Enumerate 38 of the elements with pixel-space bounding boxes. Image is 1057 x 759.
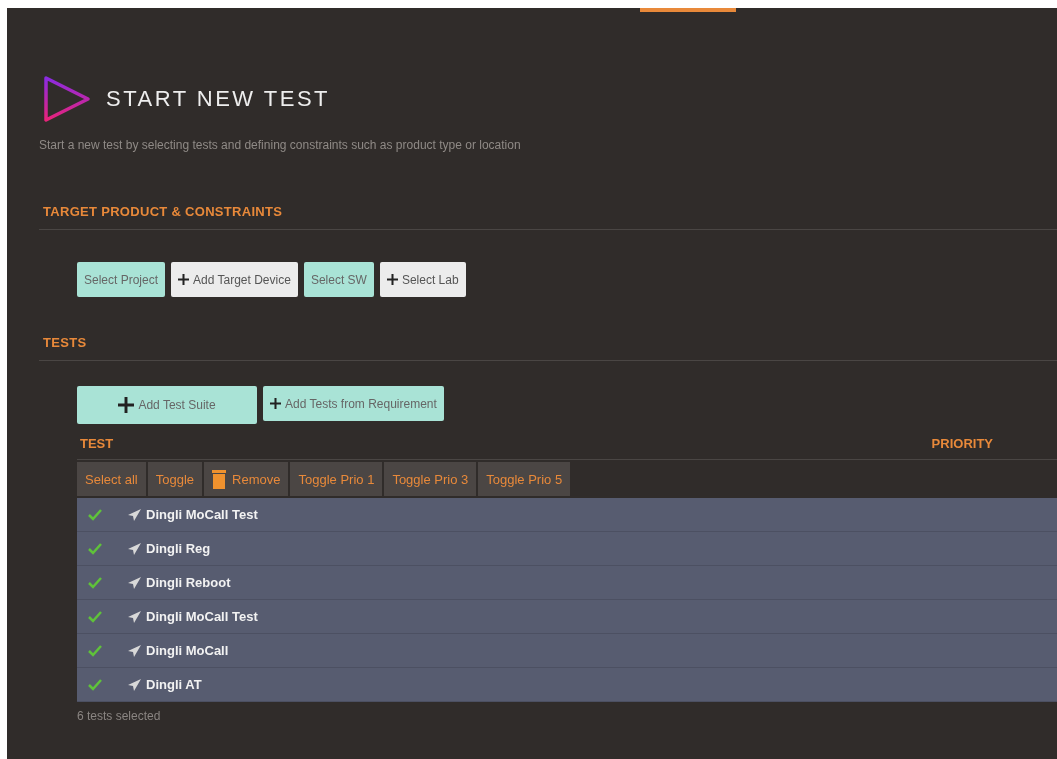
test-row[interactable]: Dingli Reg <box>77 532 1057 566</box>
test-name: Dingli Reboot <box>146 575 231 590</box>
section-heading: TARGET PRODUCT & CONSTRAINTS <box>42 204 284 221</box>
select-button[interactable]: Select Project <box>77 262 166 297</box>
add-button[interactable]: Add Tests from Requirement <box>263 386 444 421</box>
paper-plane-icon <box>128 644 141 657</box>
test-name: Dingli MoCall Test <box>146 507 258 522</box>
toolbar-button[interactable]: Toggle <box>147 462 203 496</box>
test-name: Dingli Reg <box>146 541 211 556</box>
add-button[interactable]: Add Target Device <box>171 262 298 297</box>
column-header: TEST <box>80 436 114 451</box>
column-header: PRIORITY <box>931 436 993 451</box>
paper-plane-icon <box>128 508 141 521</box>
paper-plane-icon <box>128 610 141 623</box>
add-button[interactable]: Select Lab <box>379 262 466 297</box>
toolbar-button[interactable]: Toggle Prio 5 <box>478 462 571 496</box>
test-row[interactable]: Dingli MoCall Test <box>77 600 1057 634</box>
selection-count: 6 tests selected <box>77 709 162 723</box>
test-row[interactable]: Dingli MoCall <box>77 634 1057 668</box>
page-description: Start a new test by selecting tests and defining constraints such as product type or location <box>39 138 522 152</box>
add-button[interactable]: Add Test Suite <box>77 386 257 424</box>
test-row[interactable]: Dingli MoCall Test <box>77 498 1057 532</box>
section-heading: TESTS <box>42 335 88 352</box>
test-name: Dingli MoCall Test <box>146 609 258 624</box>
paper-plane-icon <box>128 542 141 555</box>
test-name: Dingli MoCall <box>146 643 229 658</box>
toolbar-button[interactable]: Toggle Prio 3 <box>384 462 477 496</box>
toolbar-button[interactable]: Toggle Prio 1 <box>290 462 383 496</box>
toolbar-button[interactable]: Select all <box>77 462 146 496</box>
select-button[interactable]: Select SW <box>303 262 374 297</box>
page-title: START NEW TEST <box>106 86 331 112</box>
test-row[interactable]: Dingli AT <box>77 668 1057 702</box>
paper-plane-icon <box>128 678 141 691</box>
test-name: Dingli AT <box>146 677 202 692</box>
toolbar-button[interactable]: Remove <box>204 462 289 496</box>
paper-plane-icon <box>128 576 141 589</box>
test-row[interactable]: Dingli Reboot <box>77 566 1057 600</box>
trash-icon <box>212 469 227 489</box>
